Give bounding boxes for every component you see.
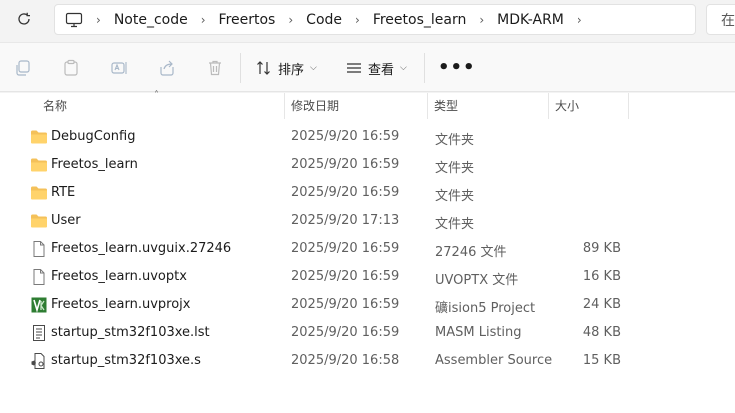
column-divider[interactable]: [548, 93, 549, 119]
file-icon: [30, 240, 48, 258]
file-type: 文件夹: [435, 133, 475, 148]
share-icon[interactable]: [156, 57, 178, 79]
file-type: 文件夹: [435, 217, 475, 232]
file-list: ˄ 名称 修改日期 类型 大小 DebugConfig 2025/9/20 16:…: [0, 90, 735, 413]
chevron-right-icon[interactable]: ›: [577, 13, 582, 27]
breadcrumb-item[interactable]: Freetos_learn: [373, 12, 467, 28]
file-name: Freetos_learn.uvoptx: [51, 269, 187, 284]
chevron-right-icon[interactable]: ›: [479, 13, 484, 27]
file-type: 礦ision5 Project: [435, 301, 536, 316]
file-date: 2025/9/20 16:59: [291, 241, 400, 256]
breadcrumb-item[interactable]: MDK-ARM: [497, 12, 564, 28]
file-name: RTE: [51, 185, 76, 200]
refresh-icon: [18, 12, 30, 25]
chevron-right-icon[interactable]: ›: [201, 13, 206, 27]
file-name: Freetos_learn.uvprojx: [51, 297, 191, 312]
column-type[interactable]: 类型: [434, 97, 458, 114]
file-row[interactable]: Freetos_learn 2025/9/20 16:59 文件夹: [0, 151, 735, 179]
file-type: 文件夹: [435, 189, 475, 204]
folder-icon: [30, 212, 48, 230]
file-name: User: [51, 213, 81, 228]
computer-icon[interactable]: [65, 12, 83, 28]
search-placeholder: 在: [721, 12, 735, 29]
file-type: Assembler Source: [435, 353, 553, 368]
file-row[interactable]: User 2025/9/20 17:13 文件夹: [0, 207, 735, 235]
keil-project-icon: [30, 296, 48, 314]
sort-label: 排序: [278, 62, 305, 78]
delete-icon[interactable]: [204, 57, 226, 79]
asm-file-icon: [30, 352, 48, 370]
file-date: 2025/9/20 16:59: [291, 185, 400, 200]
chevron-down-icon: ⌵: [400, 63, 407, 73]
view-icon: [347, 63, 361, 73]
file-row[interactable]: startup_stm32f103xe.lst 2025/9/20 16:59 MA…: [0, 319, 735, 347]
column-date[interactable]: 修改日期: [291, 97, 339, 114]
file-row[interactable]: startup_stm32f103xe.s 2025/9/20 16:58 Asse…: [0, 347, 735, 375]
file-size: 48 KB: [582, 325, 621, 340]
column-divider[interactable]: [427, 93, 428, 119]
search-input[interactable]: 在: [706, 4, 735, 35]
chevron-right-icon[interactable]: ›: [96, 13, 101, 27]
text-file-icon: [30, 324, 48, 342]
file-type: MASM Listing: [435, 325, 522, 340]
file-size: 16 KB: [582, 269, 621, 284]
refresh-button[interactable]: [10, 6, 38, 32]
file-name: startup_stm32f103xe.s: [51, 353, 201, 368]
more-options-button[interactable]: •••: [438, 57, 476, 78]
file-size: 89 KB: [582, 241, 621, 256]
chevron-right-icon[interactable]: ›: [288, 13, 293, 27]
file-type: UVOPTX 文件: [435, 273, 519, 288]
folder-icon: [30, 128, 48, 146]
column-divider[interactable]: [284, 93, 285, 119]
file-type: 文件夹: [435, 161, 475, 176]
paste-icon[interactable]: [60, 57, 82, 79]
file-name: DebugConfig: [51, 129, 136, 144]
chevron-right-icon[interactable]: ›: [355, 13, 360, 27]
file-size: 15 KB: [582, 353, 621, 368]
folder-icon: [30, 184, 48, 202]
command-bar: 排序 ⌵ 查看 ⌵ •••: [0, 42, 735, 92]
file-date: 2025/9/20 16:59: [291, 269, 400, 284]
file-date: 2025/9/20 16:59: [291, 297, 400, 312]
column-size[interactable]: 大小: [555, 97, 579, 114]
file-icon: [30, 268, 48, 286]
copy-icon[interactable]: [12, 57, 34, 79]
address-row: › Note_code › Freertos › Code › Freetos_…: [0, 0, 735, 40]
file-name: startup_stm32f103xe.lst: [51, 325, 210, 340]
column-divider[interactable]: [628, 93, 629, 119]
file-size: 24 KB: [582, 297, 621, 312]
file-type: 27246 文件: [435, 245, 507, 260]
breadcrumb-item[interactable]: Note_code: [114, 12, 188, 28]
file-name: Freetos_learn.uvguix.27246: [51, 241, 232, 256]
file-row[interactable]: Freetos_learn.uvoptx 2025/9/20 16:59 UVOPT…: [0, 263, 735, 291]
sort-button[interactable]: 排序 ⌵: [256, 56, 317, 80]
column-name[interactable]: 名称: [43, 97, 67, 114]
file-date: 2025/9/20 16:59: [291, 157, 400, 172]
file-date: 2025/9/20 16:58: [291, 353, 400, 368]
file-row[interactable]: RTE 2025/9/20 16:59 文件夹: [0, 179, 735, 207]
address-bar[interactable]: › Note_code › Freertos › Code › Freetos_…: [54, 4, 696, 35]
toolbar-divider: [424, 53, 425, 83]
file-row[interactable]: Freetos_learn.uvprojx 2025/9/20 16:59 礦isi…: [0, 291, 735, 319]
file-row[interactable]: DebugConfig 2025/9/20 16:59 文件夹: [0, 123, 735, 151]
sort-icon: [257, 61, 270, 75]
view-label: 查看: [368, 62, 395, 78]
chevron-down-icon: ⌵: [310, 63, 317, 73]
file-date: 2025/9/20 16:59: [291, 325, 400, 340]
file-date: 2025/9/20 17:13: [291, 213, 400, 228]
breadcrumb-item[interactable]: Freertos: [219, 12, 276, 28]
file-name: Freetos_learn: [51, 157, 138, 172]
file-date: 2025/9/20 16:59: [291, 129, 400, 144]
toolbar-divider: [240, 53, 241, 83]
rename-icon[interactable]: [108, 57, 130, 79]
file-row[interactable]: Freetos_learn.uvguix.27246 2025/9/20 16:5…: [0, 235, 735, 263]
column-header-row: ˄ 名称 修改日期 类型 大小: [0, 90, 735, 119]
view-button[interactable]: 查看 ⌵: [346, 56, 407, 80]
sort-ascending-icon: ˄: [154, 90, 159, 101]
folder-icon: [30, 156, 48, 174]
breadcrumb-item[interactable]: Code: [306, 12, 342, 28]
